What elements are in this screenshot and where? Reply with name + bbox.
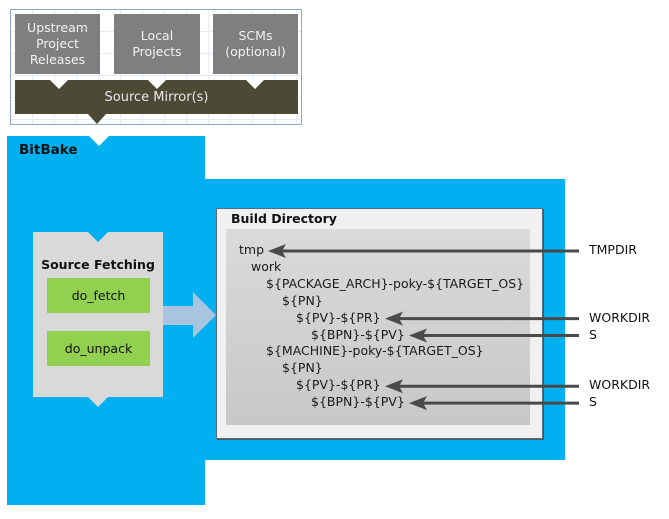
variable-label-workdir: WORKDIR bbox=[589, 309, 651, 325]
variable-label-workdir: WORKDIR bbox=[589, 377, 651, 393]
variable-label-s: S bbox=[589, 326, 597, 342]
variable-label-tmpdir: TMPDIR bbox=[589, 242, 637, 257]
variable-label-s: S bbox=[589, 394, 597, 410]
pointer-arrows bbox=[268, 244, 579, 411]
